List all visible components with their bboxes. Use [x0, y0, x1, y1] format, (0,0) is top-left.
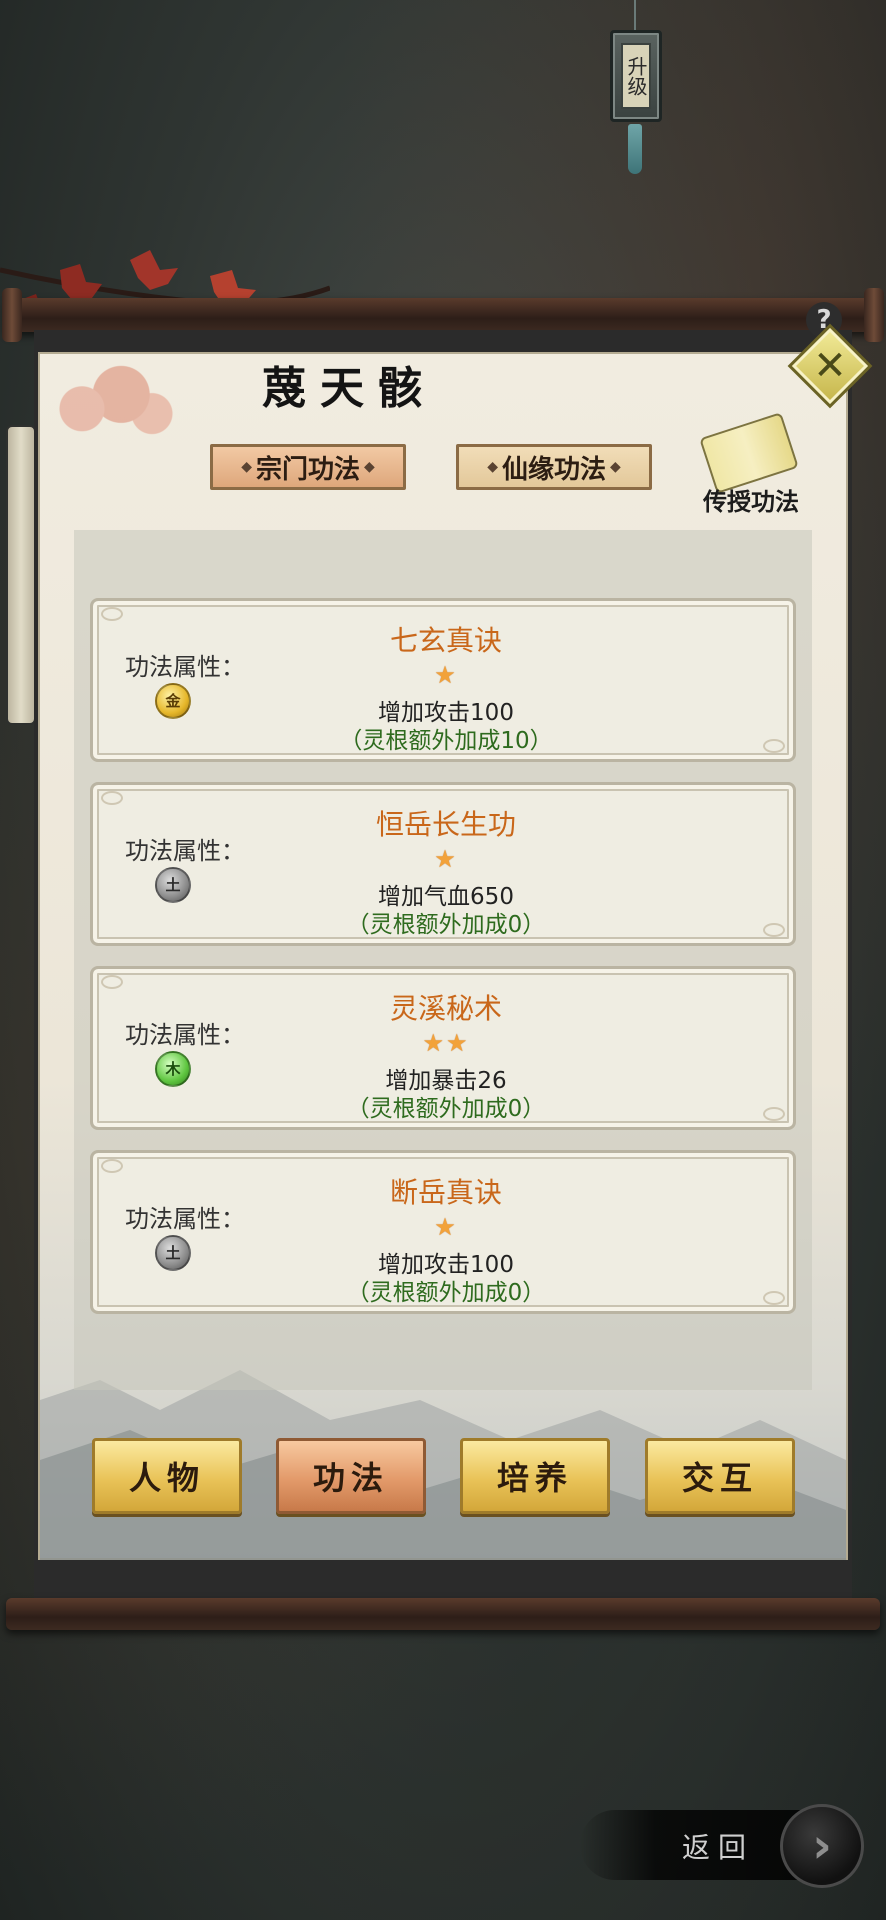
star-rating: ★★: [422, 1029, 470, 1057]
cloud-decoration: [40, 356, 180, 452]
skill-bonus: （灵根额外加成0）: [346, 912, 546, 938]
corner-swirl-decoration: [763, 739, 785, 753]
star-rating: ★: [434, 661, 458, 689]
skill-name: 七玄真诀: [389, 624, 502, 657]
skill-name: 灵溪秘术: [389, 992, 502, 1025]
side-scroll-decoration: [6, 425, 36, 725]
attribute-label: 功法属性：: [125, 653, 245, 681]
scroll-bottom-rod: [6, 1598, 880, 1630]
diamond-icon: ◆: [487, 459, 498, 475]
scroll-top-rod: [2, 288, 884, 342]
star-rating: ★: [434, 1213, 458, 1241]
nav-character-button[interactable]: 人物: [92, 1438, 242, 1514]
skill-bonus: （灵根额外加成0）: [346, 1280, 546, 1306]
skill-card[interactable]: 功法属性： 土 断岳真诀 ★ 增加攻击100 （灵根额外加成0）: [90, 1150, 796, 1314]
star-rating: ★: [434, 845, 458, 873]
upgrade-label: 升级: [621, 43, 651, 109]
skill-card[interactable]: 功法属性： 木 灵溪秘术 ★★ 增加暴击26 （灵根额外加成0）: [90, 966, 796, 1130]
skill-name: 恒岳长生功: [375, 808, 516, 841]
teach-skill-button[interactable]: 传授功法: [676, 412, 826, 516]
tab-sect-skills[interactable]: ◆ 宗门功法 ◆: [210, 444, 406, 490]
corner-swirl-decoration: [763, 1291, 785, 1305]
attribute-label: 功法属性：: [125, 1205, 245, 1233]
diamond-icon: ◆: [364, 459, 375, 475]
corner-swirl-decoration: [101, 607, 123, 621]
tab-label: 宗门功法: [255, 454, 360, 485]
skill-card[interactable]: 功法属性： 土 恒岳长生功 ★ 增加气血650 （灵根额外加成0）: [90, 782, 796, 946]
character-name: 蔑天骸: [262, 363, 436, 414]
earth-element-icon: 土: [155, 867, 191, 903]
tab-label: 仙缘功法: [501, 454, 606, 485]
skill-card[interactable]: 功法属性： 金 七玄真诀 ★ 增加攻击100 （灵根额外加成10）: [90, 598, 796, 762]
diamond-icon: ◆: [610, 459, 621, 475]
wood-element-icon: 木: [155, 1051, 191, 1087]
corner-swirl-decoration: [763, 1107, 785, 1121]
upgrade-button[interactable]: 升级: [610, 30, 662, 122]
skill-bonus: （灵根额外加成10）: [339, 728, 553, 754]
skill-name: 断岳真诀: [389, 1176, 502, 1209]
back-label[interactable]: 返回: [682, 1826, 754, 1866]
tab-fate-skills[interactable]: ◆ 仙缘功法 ◆: [456, 444, 652, 490]
upgrade-tassel: [628, 124, 642, 174]
corner-swirl-decoration: [101, 1159, 123, 1173]
corner-swirl-decoration: [101, 791, 123, 805]
gold-element-icon: 金: [155, 683, 191, 719]
back-button[interactable]: ›: [780, 1804, 864, 1888]
skill-bonus: （灵根额外加成0）: [346, 1096, 546, 1122]
attribute-label: 功法属性：: [125, 837, 245, 865]
close-icon: ✕: [813, 343, 847, 389]
chevron-right-icon: ›: [812, 1818, 832, 1874]
nav-cultivate-button[interactable]: 培养: [460, 1438, 610, 1514]
diamond-icon: ◆: [241, 459, 252, 475]
nav-skills-button[interactable]: 功法: [276, 1438, 426, 1514]
nav-interact-button[interactable]: 交互: [645, 1438, 795, 1514]
corner-swirl-decoration: [101, 975, 123, 989]
earth-element-icon: 土: [155, 1235, 191, 1271]
attribute-label: 功法属性：: [125, 1021, 245, 1049]
corner-swirl-decoration: [763, 923, 785, 937]
teach-skill-label: 传授功法: [703, 487, 799, 516]
